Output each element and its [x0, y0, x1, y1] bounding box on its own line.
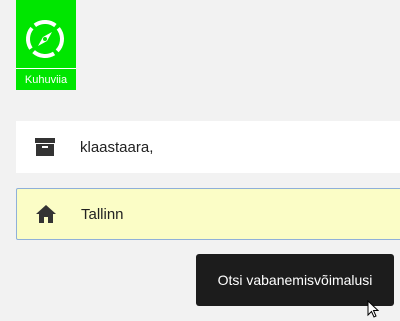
- search-availability-button[interactable]: Otsi vabanemisvõimalusi: [196, 254, 394, 306]
- home-field[interactable]: Tallinn: [16, 188, 400, 240]
- logo-text: Kuhuviia: [24, 74, 68, 86]
- home-icon: [36, 205, 56, 223]
- home-value[interactable]: Tallinn: [81, 206, 124, 223]
- logo-divider: [16, 68, 76, 69]
- archive-box-icon: [35, 138, 55, 156]
- brand-logo[interactable]: Kuhuviia: [16, 0, 76, 90]
- destination-value[interactable]: klaastaara,: [80, 139, 153, 156]
- destination-field[interactable]: klaastaara,: [16, 121, 400, 173]
- compass-icon: [26, 20, 64, 58]
- mouse-pointer-icon: [367, 300, 379, 318]
